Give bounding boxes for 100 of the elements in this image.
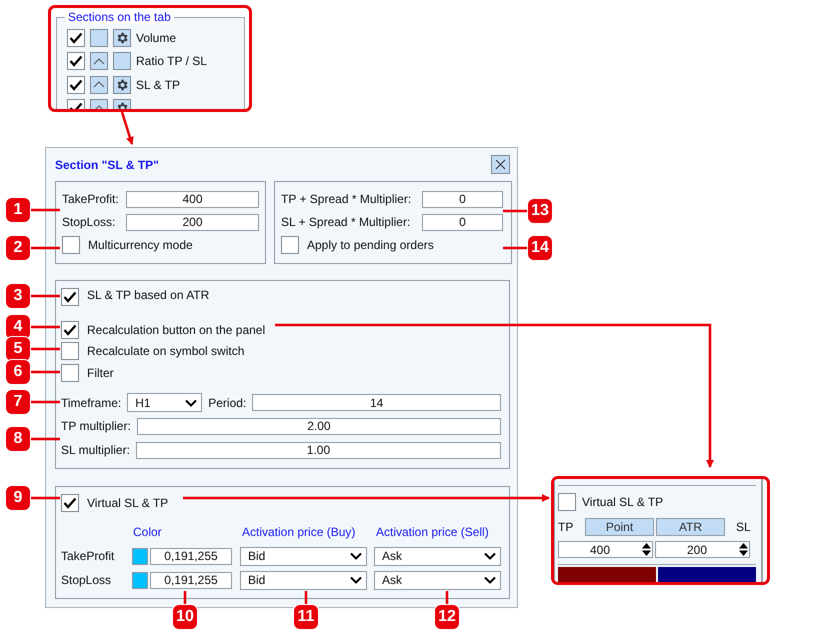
check-icon [69,78,83,91]
leader-line [304,591,308,605]
input-field[interactable]: 1.00 [136,442,501,459]
input-field[interactable]: 14 [252,394,501,412]
spinner-arrows-icon[interactable] [738,542,749,557]
checkbox-label: Recalculate on symbol switch [87,344,244,358]
check-icon [69,32,83,44]
input-field[interactable]: 0 [422,214,503,230]
section-label: Volume [136,30,176,45]
leader-line [30,438,60,440]
chevron-up-icon [93,81,105,88]
close-button[interactable] [491,155,510,174]
leader-line [30,326,60,328]
check-icon [63,497,77,509]
leader-line [184,591,186,605]
checkbox[interactable] [558,493,576,511]
dialog-title: Section "SL & TP" [55,158,159,172]
callout-badge: 6 [6,360,30,384]
checkbox[interactable] [61,320,79,338]
chevron-down-icon [350,552,362,560]
checkbox[interactable] [67,28,85,47]
callout-badge: 11 [294,605,318,629]
spinner-arrows-icon[interactable] [641,542,652,557]
dropdown[interactable]: Bid [240,546,367,566]
checkbox-label: SL & TP based on ATR [87,288,210,302]
gear-icon [115,30,129,45]
dropdown[interactable]: Bid [240,570,367,590]
leader-line [503,210,528,212]
checkbox[interactable] [61,494,79,512]
collapse-button[interactable] [90,76,108,94]
settings-button[interactable] [113,28,131,47]
row-label: StopLoss [61,573,112,587]
color-swatch[interactable] [132,548,148,564]
checkbox[interactable] [61,288,79,306]
input-field[interactable]: 2.00 [136,418,501,435]
check-icon [63,324,77,336]
leader-line [30,496,60,500]
dropdown[interactable]: Ask [374,546,501,566]
checkbox[interactable] [67,76,85,94]
field-label: Period: [208,396,246,410]
callout-badge: 13 [528,199,552,223]
callout-badge: 2 [6,236,30,260]
checkbox[interactable] [281,236,299,254]
field-label: SL [736,520,751,534]
input-field[interactable]: 0 [422,190,503,208]
color-swatch[interactable] [132,572,148,588]
field-label: StopLoss: [62,215,116,229]
close-icon [495,159,506,170]
group-title: Sections on the tab [65,10,174,24]
color-field[interactable]: 0,191,255 [150,572,232,588]
input-field[interactable]: 400 [126,190,259,208]
spin-field[interactable]: 400 [558,541,653,558]
field-label: SL multiplier: [61,443,130,458]
leader-line [30,348,60,350]
checkbox[interactable] [61,364,79,382]
checkbox-label: Apply to pending orders [307,238,434,252]
leader-line [30,400,60,404]
chevron-down-icon [350,576,362,584]
callout-badge: 3 [6,284,30,308]
input-field[interactable]: 200 [126,214,259,230]
checkbox-label: Filter [87,366,114,380]
section-label: SL & TP [136,78,180,92]
callout-badge: 8 [6,427,30,451]
callout-badge: 9 [6,486,30,510]
leader-line [30,370,60,374]
callout-badge: 14 [528,236,552,260]
checkbox[interactable] [62,236,80,254]
field-label: SL + Spread * Multiplier: [281,215,412,229]
spin-field[interactable]: 200 [655,541,750,558]
leader-line [503,246,528,250]
checkbox-label: Recalculation button on the panel [87,322,266,336]
checkbox[interactable] [67,52,85,70]
checkbox-label: Virtual SL & TP [87,496,168,510]
field-label: TP [558,520,574,534]
leader-line [30,294,60,298]
mode-button[interactable]: Point [585,518,654,536]
leader-line [446,591,448,605]
field-label: TakeProfit: [62,192,120,206]
settings-button[interactable] [113,76,131,94]
collapse-button[interactable] [90,28,108,47]
callout-badge: 7 [6,390,30,414]
column-header: Color [133,525,163,539]
color-field[interactable]: 0,191,255 [150,548,232,564]
callout-badge: 10 [173,605,197,629]
column-header: Activation price (Sell) [376,525,489,539]
timeframe-dropdown[interactable]: H1 [127,393,202,412]
mode-button[interactable]: ATR [656,518,725,536]
gear-icon [115,78,129,92]
checkbox[interactable] [61,342,79,360]
callout-badge: 4 [6,315,30,339]
chevron-down-icon [484,576,496,584]
chevron-down-icon [185,398,198,407]
chevron-down-icon [484,552,496,560]
field-label: Timeframe: [61,396,122,410]
callout-badge: 12 [435,605,459,629]
collapse-button[interactable] [90,52,108,70]
checkbox-label: Multicurrency mode [88,238,193,252]
callout-badge: 5 [6,337,30,361]
dropdown[interactable]: Ask [374,570,501,590]
leader-line [30,246,60,250]
